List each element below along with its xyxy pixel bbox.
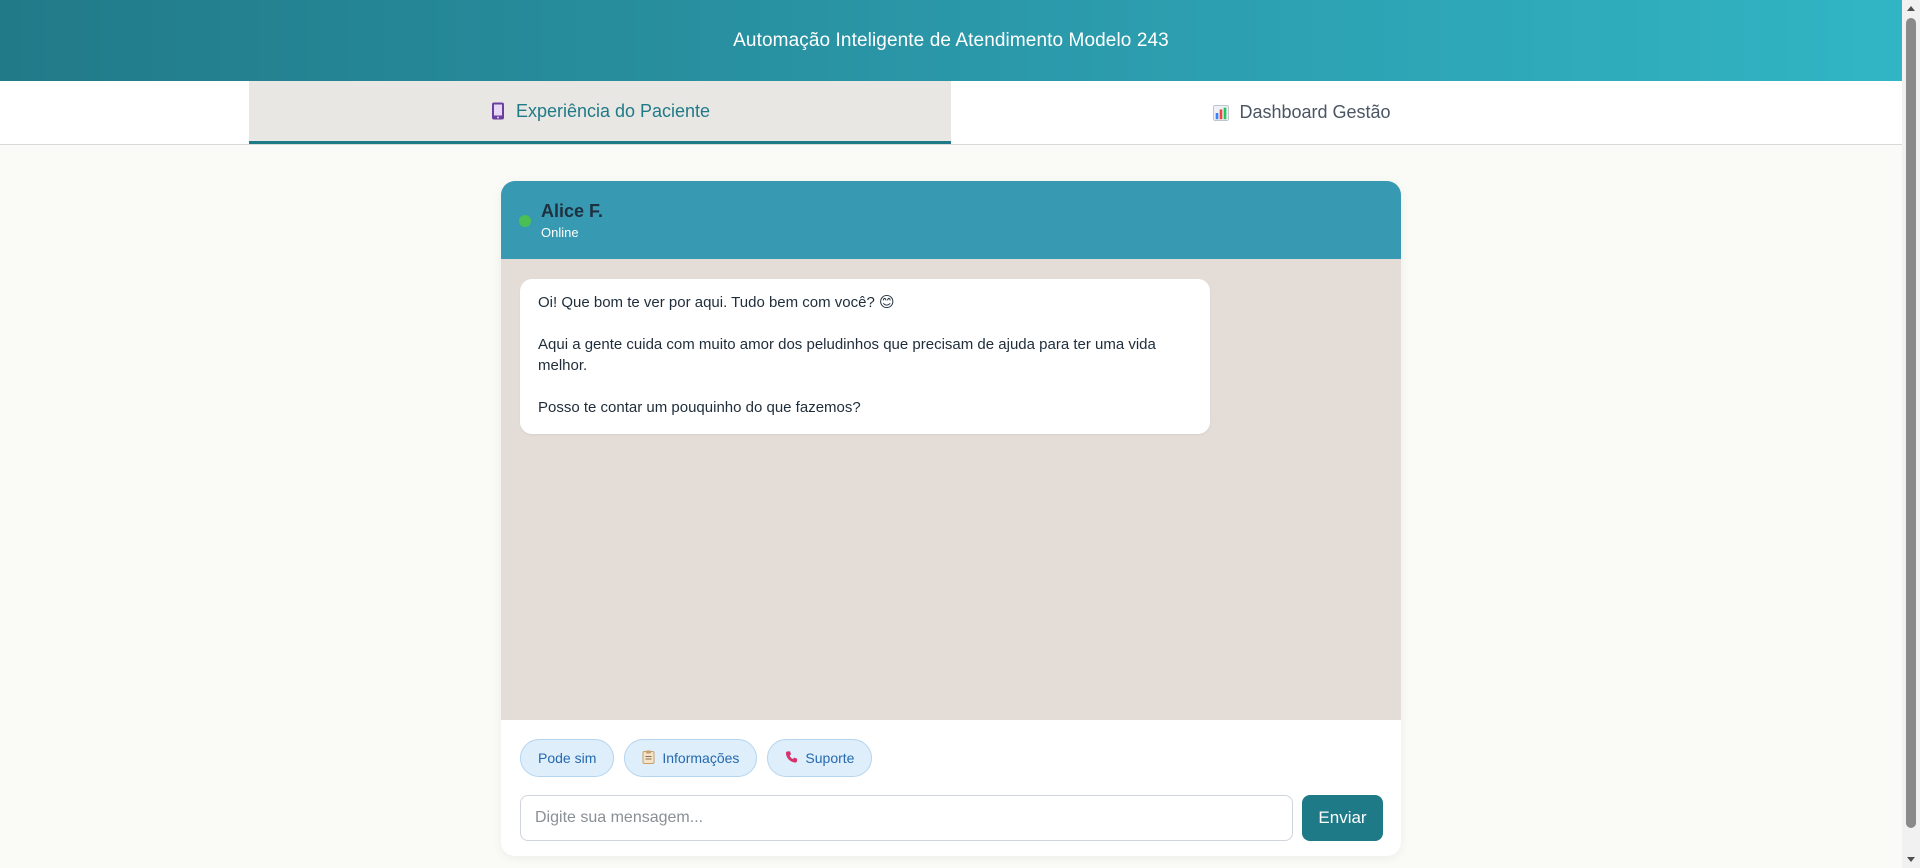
scroll-up-arrow-icon[interactable]: [1902, 0, 1920, 16]
app-title: Automação Inteligente de Atendimento Mod…: [733, 29, 1169, 51]
bot-message: Oi! Que bom te ver por aqui. Tudo bem co…: [520, 279, 1210, 434]
bar-chart-icon: [1213, 104, 1230, 122]
quick-reply-pode-sim[interactable]: Pode sim: [520, 739, 615, 777]
scrollbar-thumb[interactable]: [1906, 18, 1916, 828]
message-composer: Enviar: [520, 795, 1383, 841]
quick-reply-label: Pode sim: [538, 750, 597, 766]
scroll-down-arrow-icon[interactable]: [1902, 852, 1920, 868]
online-indicator: [519, 215, 531, 227]
phone-icon: [785, 750, 798, 767]
quick-reply-suporte[interactable]: Suporte: [767, 739, 873, 777]
quick-reply-label: Informações: [662, 750, 740, 766]
quick-replies: Pode sim Informações Suporte: [520, 739, 873, 777]
chat-window: Alice F. Online Oi! Que bom te ver por a…: [501, 181, 1401, 856]
tab-label: Experiência do Paciente: [515, 100, 711, 121]
message-paragraph: Posso te contar um pouquinho do que faze…: [538, 399, 861, 416]
quick-reply-informacoes[interactable]: Informações: [624, 739, 758, 777]
tab-bar: Experiência do Paciente Dashboard Gestão: [0, 81, 1902, 145]
message-paragraph: Aqui a gente cuida com muito amor dos pe…: [538, 336, 1156, 374]
chat-header: Alice F. Online: [501, 181, 1401, 259]
tab-dashboard[interactable]: Dashboard Gestão: [951, 81, 1653, 144]
tab-patient-experience[interactable]: Experiência do Paciente: [249, 81, 951, 144]
contact-status: Online: [541, 224, 579, 240]
contact-name: Alice F.: [541, 200, 604, 221]
quick-reply-label: Suporte: [805, 750, 855, 766]
chat-footer: Pode sim Informações Suporte Enviar: [501, 720, 1401, 856]
send-button[interactable]: Enviar: [1302, 795, 1383, 841]
app-header: Automação Inteligente de Atendimento Mod…: [0, 0, 1902, 81]
contact-info: Alice F. Online: [541, 201, 603, 240]
message-list[interactable]: Oi! Que bom te ver por aqui. Tudo bem co…: [501, 259, 1401, 720]
message-input[interactable]: [520, 795, 1293, 841]
tab-label: Dashboard Gestão: [1239, 102, 1391, 122]
page-scrollbar[interactable]: [1902, 0, 1920, 868]
mobile-phone-icon: [490, 102, 506, 120]
message-paragraph: Oi! Que bom te ver por aqui. Tudo bem co…: [538, 294, 895, 311]
clipboard-icon: [642, 750, 655, 767]
